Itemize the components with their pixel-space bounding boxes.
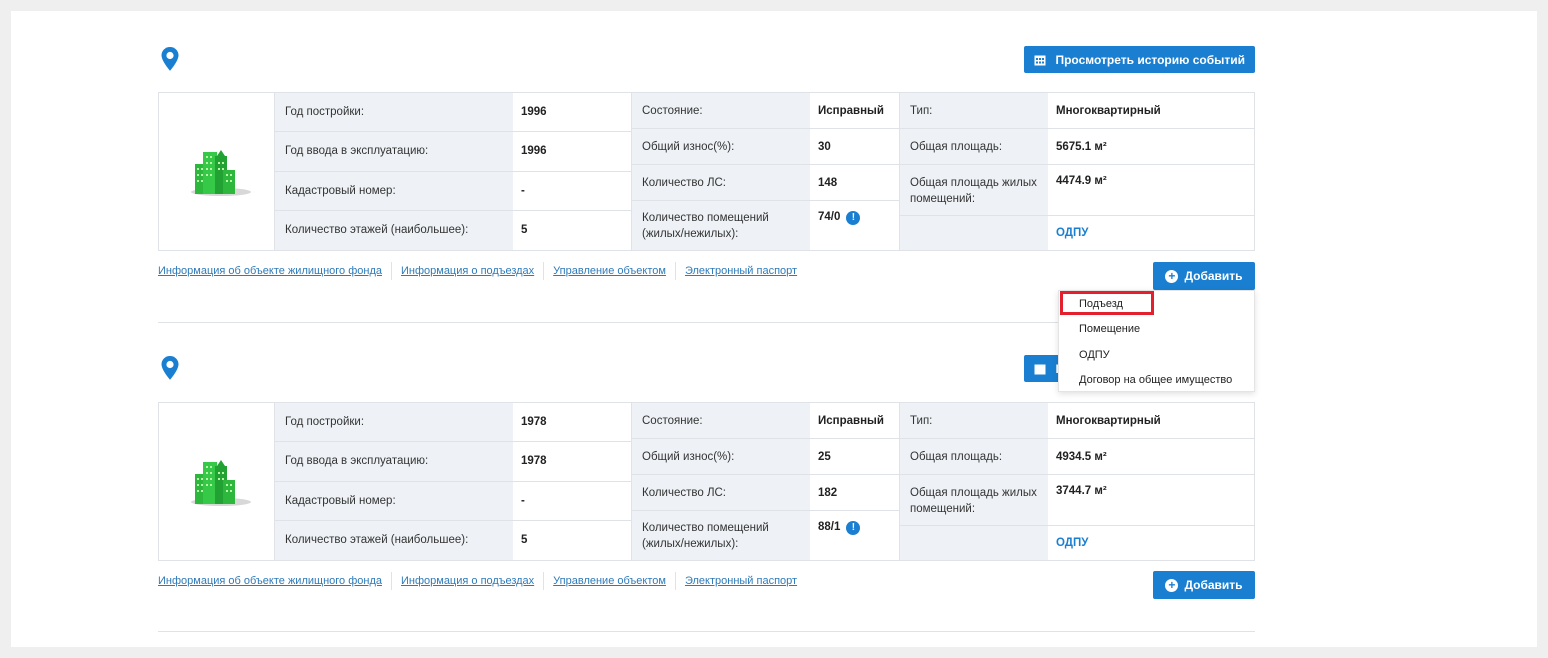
floors-value: 5 [521, 224, 528, 237]
cadastral-value: - [521, 494, 525, 507]
odpu-link[interactable]: ОДПУ [1056, 537, 1088, 549]
living-area-label: Общая площадь жилых помещений: [900, 165, 1048, 215]
plus-circle-icon: + [1165, 269, 1179, 283]
map-pin-icon [161, 47, 179, 71]
premises-label: Количество помещений (жилых/нежилых): [632, 511, 810, 560]
floors-label: Количество этажей (наибольшее): [275, 210, 513, 250]
year-built-value: 1996 [521, 106, 547, 119]
wear-label: Общий износ(%): [632, 439, 810, 474]
state-value: Исправный [818, 104, 884, 117]
link-housing-info[interactable]: Информация об объекте жилищного фонда [158, 265, 382, 277]
type-label: Тип: [900, 93, 1048, 128]
total-area-label: Общая площадь: [900, 129, 1048, 164]
link-entrances-info[interactable]: Информация о подъездах [401, 265, 534, 277]
info-icon[interactable]: ! [846, 211, 861, 225]
wear-value: 25 [818, 450, 831, 463]
view-history-label: Просмотреть историю событий [1055, 52, 1245, 67]
premises-value: 88/1 [818, 521, 841, 533]
type-label: Тип: [900, 403, 1048, 438]
total-area-value: 4934.5 м² [1056, 450, 1107, 463]
building-info-table: Год постройки: 1996 Год ввода в эксплуата… [158, 92, 1255, 251]
building-image-cell [159, 403, 275, 560]
add-button[interactable]: + Добавить [1153, 262, 1255, 290]
year-commission-label: Год ввода в эксплуатацию: [275, 442, 513, 481]
link-housing-info[interactable]: Информация об объекте жилищного фонда [158, 575, 382, 587]
living-area-value: 4474.9 м² [1056, 175, 1107, 187]
state-value: Исправный [818, 414, 884, 427]
add-button[interactable]: + Добавить [1153, 571, 1255, 599]
add-button-label: Добавить [1184, 578, 1243, 592]
info-column-1: Год постройки: 1996 Год ввода в эксплуата… [275, 93, 632, 250]
accounts-label: Количество ЛС: [632, 475, 810, 510]
accounts-value: 148 [818, 176, 838, 189]
link-entrances-info[interactable]: Информация о подъездах [401, 575, 534, 587]
info-column-3: Тип: Многоквартирный Общая площадь: 5675.1… [900, 93, 1254, 250]
add-button-label: Добавить [1184, 269, 1243, 283]
link-electronic-passport[interactable]: Электронный паспорт [685, 575, 797, 587]
cadastral-label: Кадастровый номер: [275, 171, 513, 210]
wear-label: Общий износ(%): [632, 129, 810, 164]
year-commission-value: 1996 [521, 145, 547, 158]
building-icon [190, 149, 251, 196]
card-divider [158, 631, 1255, 632]
total-area-value: 5675.1 м² [1056, 140, 1107, 153]
highlight-box [1060, 291, 1154, 315]
premises-value: 74/0 [818, 211, 841, 223]
info-column-2: Состояние: Исправный Общий износ(%): 30 Ко… [632, 93, 900, 250]
type-value: Многоквартирный [1056, 104, 1161, 117]
odpu-link[interactable]: ОДПУ [1056, 227, 1088, 239]
info-icon[interactable]: ! [846, 521, 861, 535]
year-built-value: 1978 [521, 416, 547, 429]
year-built-label: Год постройки: [275, 403, 513, 442]
link-electronic-passport[interactable]: Электронный паспорт [685, 265, 797, 277]
living-area-value: 3744.7 м² [1056, 485, 1107, 497]
empty-label [900, 526, 1048, 560]
cadastral-value: - [521, 184, 525, 197]
premises-value-cell: 74/0! [810, 201, 899, 250]
year-commission-value: 1978 [521, 455, 547, 468]
calendar-icon [1034, 55, 1046, 65]
type-value: Многоквартирный [1056, 414, 1161, 427]
card-links: Информация об объекте жилищного фонда Ин… [158, 572, 797, 590]
map-pin-icon [161, 356, 179, 380]
year-commission-label: Год ввода в эксплуатацию: [275, 132, 513, 171]
building-info-table: Год постройки: 1978 Год ввода в эксплуата… [158, 402, 1255, 561]
floors-value: 5 [521, 534, 528, 547]
accounts-value: 182 [818, 486, 838, 499]
info-column-3: Тип: Многоквартирный Общая площадь: 4934.5… [900, 403, 1254, 560]
year-built-label: Год постройки: [275, 93, 513, 132]
info-column-1: Год постройки: 1978 Год ввода в эксплуата… [275, 403, 632, 560]
card-links: Информация об объекте жилищного фонда Ин… [158, 262, 797, 280]
state-label: Состояние: [632, 403, 810, 438]
accounts-label: Количество ЛС: [632, 165, 810, 200]
building-icon [190, 459, 251, 506]
building-image-cell [159, 93, 275, 250]
empty-label [900, 216, 1048, 250]
state-label: Состояние: [632, 93, 810, 128]
cadastral-label: Кадастровый номер: [275, 481, 513, 520]
dropdown-item-odpu[interactable]: ОДПУ [1059, 342, 1254, 368]
floors-label: Количество этажей (наибольшее): [275, 520, 513, 560]
link-object-management[interactable]: Управление объектом [553, 265, 666, 277]
info-column-2: Состояние: Исправный Общий износ(%): 25 Ко… [632, 403, 900, 560]
living-area-label: Общая площадь жилых помещений: [900, 475, 1048, 525]
premises-label: Количество помещений (жилых/нежилых): [632, 201, 810, 250]
calendar-icon [1034, 364, 1046, 374]
total-area-label: Общая площадь: [900, 439, 1048, 474]
dropdown-item-common-property[interactable]: Договор на общее имущество [1059, 368, 1254, 394]
wear-value: 30 [818, 140, 831, 153]
plus-circle-icon: + [1165, 578, 1179, 592]
premises-value-cell: 88/1! [810, 511, 899, 560]
view-history-button[interactable]: Просмотреть историю событий [1024, 46, 1255, 73]
link-object-management[interactable]: Управление объектом [553, 575, 666, 587]
dropdown-item-premises[interactable]: Помещение [1059, 317, 1254, 343]
